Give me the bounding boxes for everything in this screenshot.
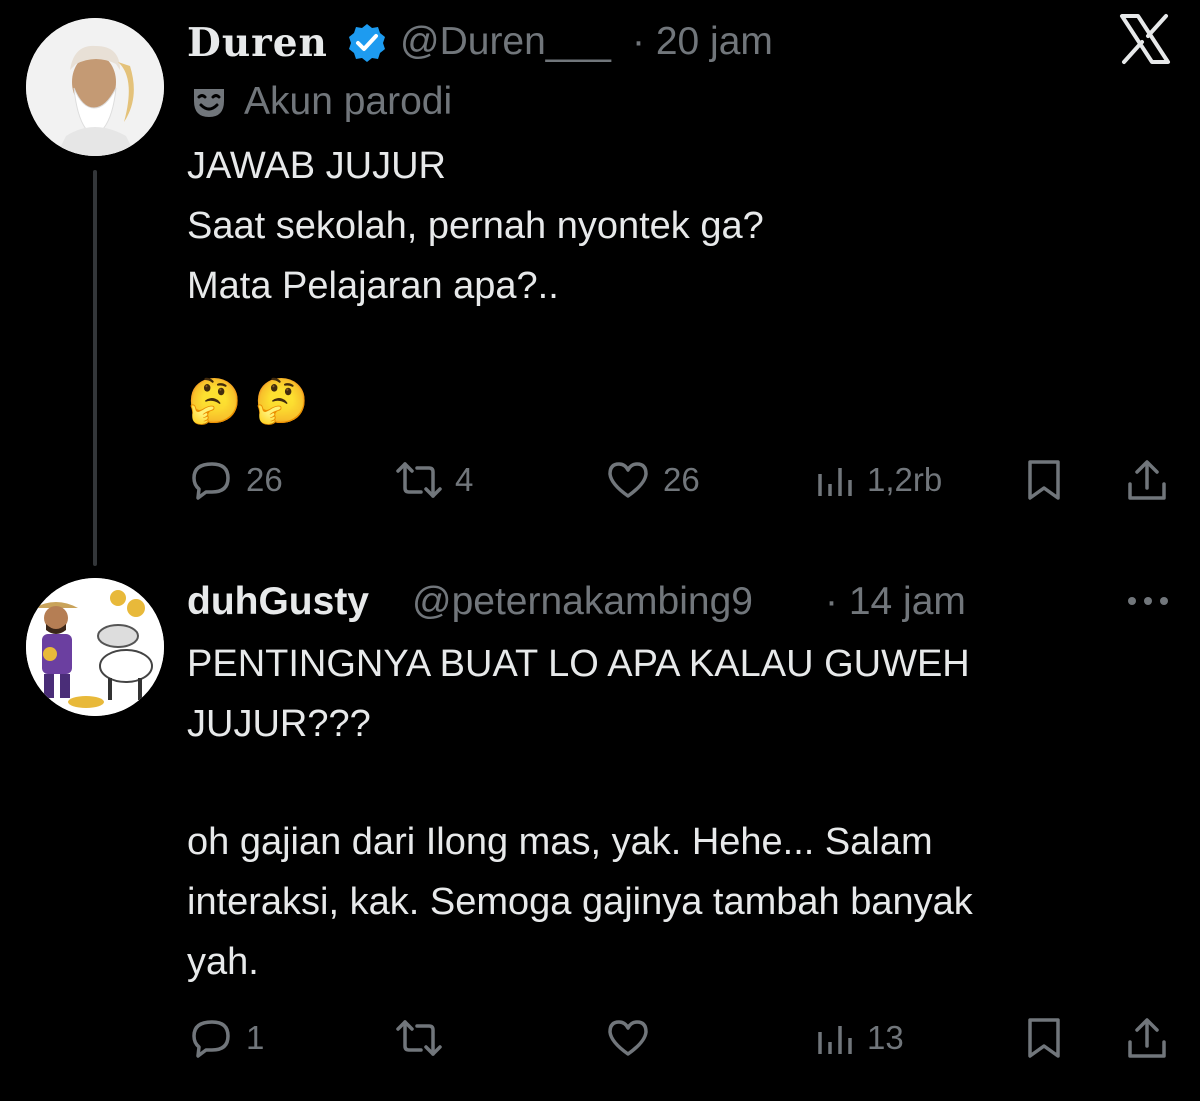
views-icon [818,468,852,496]
avatar[interactable] [26,578,164,716]
tweet-line-3: Mata Pelajaran apa?.. [187,265,559,307]
reply-icon [192,462,230,500]
reply-icon [192,1020,230,1058]
reply-paragraph-1: PENTINGNYA BUAT LO APA KALAU GUWEH JUJUR… [187,643,970,745]
reply-paragraph-2: oh gajian dari Ilong mas, yak. Hehe... S… [187,821,973,983]
timestamp[interactable]: · 14 jam [825,580,966,624]
reply-button[interactable]: 26 [190,458,283,502]
parody-label: Akun parodi [244,80,453,123]
retweet-button[interactable] [395,1016,455,1060]
mask-icon [190,83,228,121]
retweet-count: 4 [455,461,474,498]
views-icon [818,1026,852,1054]
share-button[interactable] [1126,458,1168,502]
verified-badge-icon [346,22,388,64]
views-button[interactable]: 1,2rb [815,458,942,502]
views-count: 1,2rb [867,461,943,498]
retweet-icon [396,1020,442,1056]
heart-icon [608,462,648,498]
user-handle[interactable]: @peternakambing9 [412,580,753,624]
tweet-emoji: 🤔 🤔 [187,377,309,426]
heart-icon [608,1020,648,1056]
x-logo-icon[interactable] [1118,12,1172,66]
user-handle[interactable]: @Duren___ [400,20,611,64]
reply-button[interactable]: 1 [190,1016,264,1060]
display-name[interactable]: Duren [187,20,328,66]
views-button[interactable]: 13 [815,1016,904,1060]
share-icon [1128,460,1166,500]
like-count: 26 [663,461,700,498]
views-count: 13 [867,1019,904,1056]
tweet-line-2: Saat sekolah, pernah nyontek ga? [187,205,764,247]
like-button[interactable] [605,1016,663,1060]
more-options-icon[interactable] [1126,594,1170,606]
like-button[interactable]: 26 [605,458,700,502]
avatar[interactable] [26,18,164,156]
timestamp[interactable]: · 20 jam [632,20,773,64]
bookmark-icon [1028,1018,1060,1058]
bookmark-icon [1028,460,1060,500]
reply-count: 1 [246,1019,265,1056]
tweet-line-1: JAWAB JUJUR [187,145,446,187]
bookmark-button[interactable] [1025,1016,1063,1060]
retweet-icon [396,462,442,498]
thread-line [93,170,97,566]
bookmark-button[interactable] [1025,458,1063,502]
display-name[interactable]: duhGusty [187,580,369,624]
retweet-button[interactable]: 4 [395,458,473,502]
reply-count: 26 [246,461,283,498]
share-icon [1128,1018,1166,1058]
share-button[interactable] [1126,1016,1168,1060]
